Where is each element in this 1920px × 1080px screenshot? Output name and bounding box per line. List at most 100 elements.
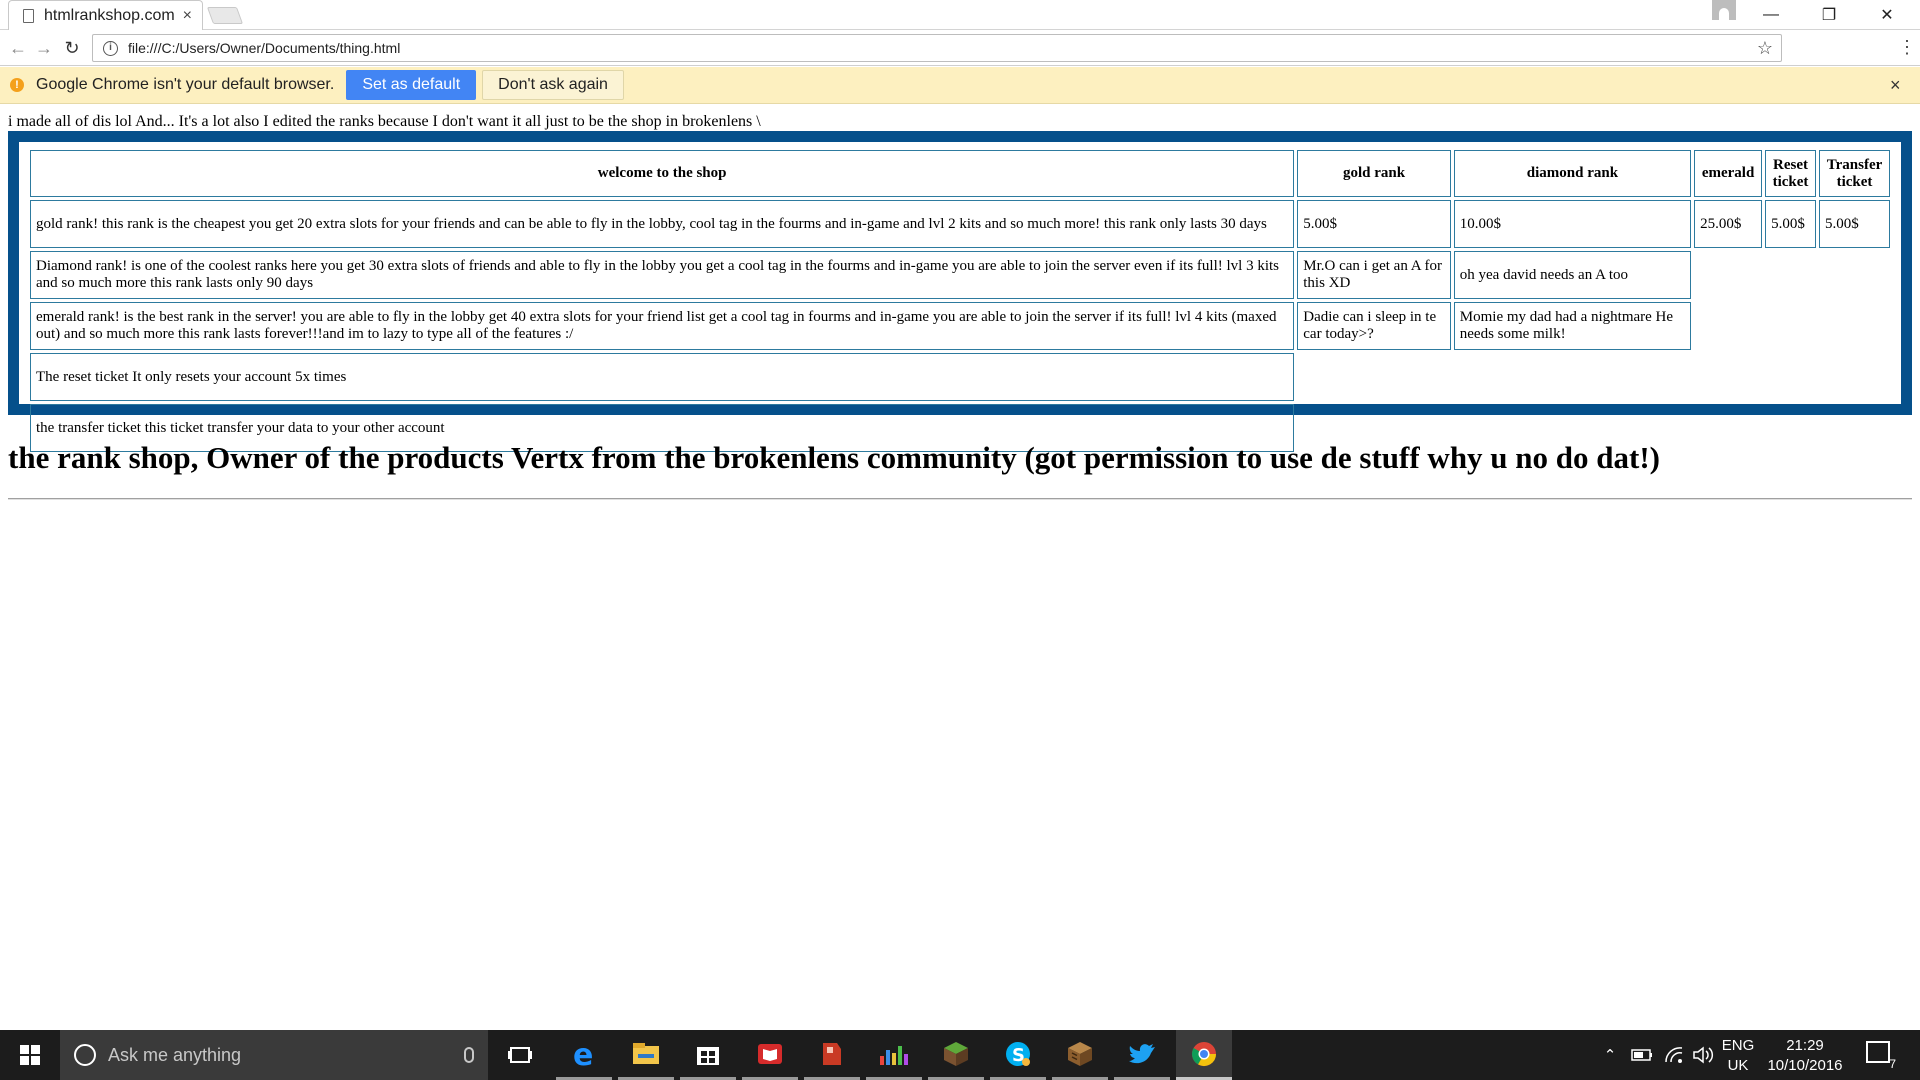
notification-count: 7 [1889, 1057, 1896, 1071]
chrome-menu-icon[interactable]: ⋮ [1898, 36, 1916, 58]
infobar-close-icon[interactable]: × [1890, 75, 1901, 96]
red-app-icon [823, 1042, 841, 1065]
shop-table-frame: welcome to the shop gold rank diamond ra… [8, 131, 1912, 452]
search-placeholder: Ask me anything [108, 1044, 242, 1065]
clock-time: 21:29 [1786, 1037, 1824, 1054]
taskbar-crafting-app[interactable] [1052, 1030, 1108, 1080]
minimize-icon[interactable]: — [1746, 0, 1796, 30]
clock-date: 10/10/2016 [1767, 1057, 1843, 1074]
tab-title: htmlrankshop.com [44, 6, 175, 24]
horizontal-rule [8, 498, 1912, 500]
page-icon [23, 8, 34, 23]
table-header: gold rank [1297, 150, 1451, 197]
address-url[interactable]: file:///C:/Users/Owner/Documents/thing.h… [128, 40, 1757, 56]
table-row: The reset ticket It only resets your acc… [30, 353, 1890, 401]
shop-table: welcome to the shop gold rank diamond ra… [27, 147, 1893, 455]
intro-text: i made all of dis lol And... It's a lot … [8, 113, 761, 130]
language-indicator[interactable]: ENG UK [1718, 1036, 1758, 1076]
table-header: Reset ticket [1765, 150, 1816, 197]
table-cell: Dadie can i sleep in te car today>? [1297, 302, 1451, 350]
task-view-button[interactable] [492, 1030, 548, 1080]
empty-cell [1297, 353, 1890, 401]
table-header: Transfer ticket [1819, 150, 1890, 197]
table-cell: 5.00$ [1819, 200, 1890, 248]
chrome-icon [1191, 1041, 1216, 1066]
folder-icon [633, 1042, 659, 1064]
page-heading: the rank shop, Owner of the products Ver… [8, 440, 1660, 475]
empty-cell [1694, 302, 1890, 350]
table-header: welcome to the shop [30, 150, 1295, 197]
taskbar-chrome[interactable] [1176, 1030, 1232, 1080]
system-clock[interactable]: 21:29 10/10/2016 [1760, 1036, 1850, 1076]
svg-text:e: e [573, 1040, 593, 1068]
taskbar-pinned-app[interactable] [804, 1030, 860, 1080]
windows-logo-icon [20, 1045, 40, 1065]
table-cell: 10.00$ [1453, 200, 1692, 248]
tab-strip: htmlrankshop.com × — ❐ ✕ [0, 0, 1920, 30]
new-tab-button[interactable] [206, 7, 244, 24]
window-close-icon[interactable]: ✕ [1862, 0, 1912, 30]
table-cell: oh yea david needs an A too [1453, 251, 1692, 299]
cortana-search-box[interactable]: Ask me anything [60, 1030, 488, 1080]
battery-icon[interactable] [1628, 1030, 1656, 1080]
table-row: emerald rank! is the best rank in the se… [30, 302, 1890, 350]
book-icon [758, 1043, 782, 1064]
crafting-table-icon [1068, 1041, 1092, 1066]
table-row: gold rank! this rank is the cheapest you… [30, 200, 1890, 248]
tab-close-icon[interactable]: × [183, 7, 192, 25]
cortana-icon [74, 1044, 96, 1066]
taskbar-store[interactable] [680, 1030, 736, 1080]
skype-icon: S [1006, 1041, 1030, 1066]
default-browser-infobar: ! Google Chrome isn't your default brows… [0, 67, 1920, 104]
table-cell: 5.00$ [1765, 200, 1816, 248]
set-as-default-button[interactable]: Set as default [346, 70, 477, 100]
reload-icon[interactable]: ↻ [60, 36, 84, 60]
windows-taskbar: Ask me anything e S ⌃ ENG UK 21:29 10/10… [0, 1030, 1920, 1080]
action-center-icon[interactable]: 7 [1866, 1041, 1896, 1071]
restore-icon[interactable]: ❐ [1804, 0, 1854, 30]
microphone-icon[interactable] [464, 1047, 474, 1063]
table-cell: Diamond rank! is one of the coolest rank… [30, 251, 1295, 299]
dont-ask-again-button[interactable]: Don't ask again [482, 70, 624, 100]
info-icon[interactable]: i [103, 40, 118, 56]
browser-tab[interactable]: htmlrankshop.com × [8, 0, 203, 30]
table-cell: 25.00$ [1694, 200, 1763, 248]
task-view-icon [508, 1047, 532, 1063]
table-cell: gold rank! this rank is the cheapest you… [30, 200, 1295, 248]
table-cell: The reset ticket It only resets your acc… [30, 353, 1295, 401]
back-arrow-icon[interactable]: ← [6, 36, 30, 60]
page-content: i made all of dis lol And... It's a lot … [0, 104, 1920, 1030]
table-header: emerald [1694, 150, 1763, 197]
wifi-icon[interactable] [1660, 1030, 1688, 1080]
table-header: diamond rank [1453, 150, 1692, 197]
language-region: UK [1727, 1057, 1749, 1074]
table-cell: Momie my dad had a nightmare He needs so… [1453, 302, 1692, 350]
grass-block-icon [944, 1041, 968, 1066]
taskbar-twitter[interactable] [1114, 1030, 1170, 1080]
taskbar-edge[interactable]: e [556, 1030, 612, 1080]
table-header-row: welcome to the shop gold rank diamond ra… [30, 150, 1890, 197]
table-cell: Mr.O can i get an A for this XD [1297, 251, 1451, 299]
taskbar-minecraft[interactable] [928, 1030, 984, 1080]
store-icon [697, 1046, 719, 1065]
address-bar[interactable]: i file:///C:/Users/Owner/Documents/thing… [92, 34, 1782, 62]
forward-arrow-icon[interactable]: → [32, 36, 56, 60]
start-button[interactable] [0, 1030, 60, 1080]
taskbar-reader[interactable] [742, 1030, 798, 1080]
taskbar-audio-app[interactable] [866, 1030, 922, 1080]
volume-icon[interactable] [1690, 1030, 1716, 1080]
bookmark-star-icon[interactable]: ☆ [1757, 38, 1773, 59]
infobar-message: Google Chrome isn't your default browser… [36, 76, 335, 93]
taskbar-file-explorer[interactable] [618, 1030, 674, 1080]
chrome-warning-icon: ! [10, 78, 24, 92]
equalizer-icon [880, 1045, 908, 1065]
table-row: Diamond rank! is one of the coolest rank… [30, 251, 1890, 299]
edge-icon: e [573, 1040, 593, 1068]
show-hidden-icons[interactable]: ⌃ [1598, 1030, 1622, 1080]
table-cell: emerald rank! is the best rank in the se… [30, 302, 1295, 350]
empty-cell [1694, 251, 1890, 299]
table-cell: 5.00$ [1297, 200, 1451, 248]
browser-toolbar: ← → ↻ i file:///C:/Users/Owner/Documents… [0, 30, 1920, 66]
profile-avatar-icon[interactable] [1712, 0, 1736, 20]
taskbar-skype[interactable]: S [990, 1030, 1046, 1080]
